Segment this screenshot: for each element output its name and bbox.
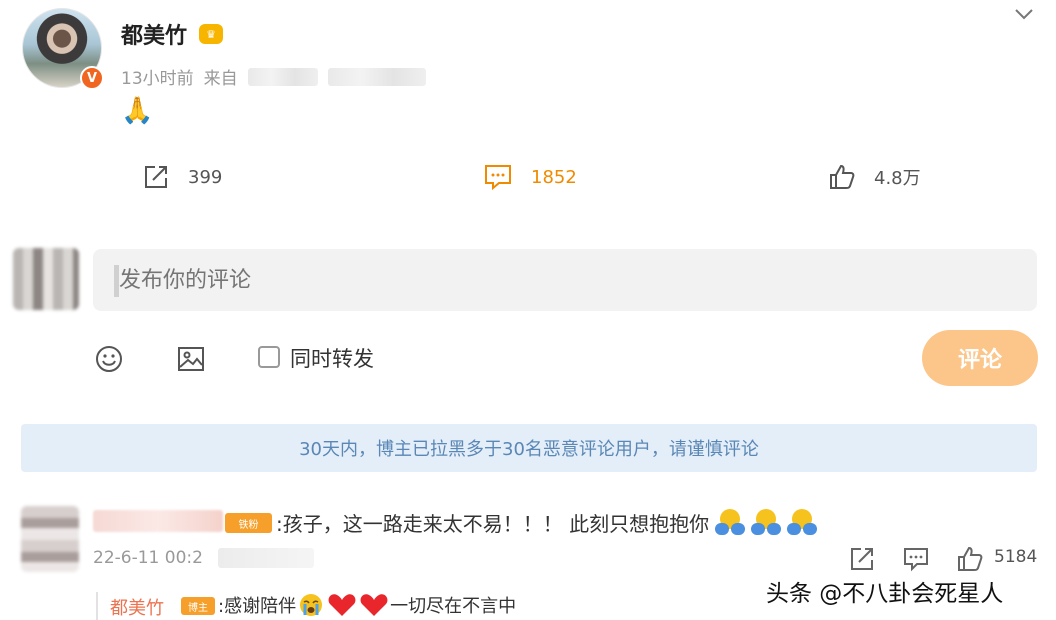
sync-repost-checkbox[interactable] xyxy=(258,346,280,368)
comment-input[interactable] xyxy=(93,249,1037,311)
author-name[interactable]: 都美竹 xyxy=(121,18,187,50)
comment-text: :孩子，这一路走来太不易！！！ 此刻只想抱抱你 xyxy=(276,508,818,537)
reply-text-after: 一切尽在不言中 xyxy=(390,596,517,617)
repost-icon xyxy=(145,166,167,188)
post-content: 🙏 xyxy=(121,96,154,126)
post-source-label: 来自 xyxy=(203,69,238,89)
heart-icon xyxy=(328,594,356,616)
post-source-blurred-2 xyxy=(327,67,426,86)
commenter-avatar[interactable] xyxy=(21,506,79,572)
repost-count: 399 xyxy=(188,166,223,188)
like-button[interactable]: 4.8万 xyxy=(828,163,921,191)
crying-emoji-icon xyxy=(300,594,323,616)
fan-badge: 铁粉 xyxy=(225,513,272,533)
moderation-notice-text: 30天内，博主已拉黑多于30名恶意评论用户，请谨慎评论 xyxy=(299,439,759,460)
reply-divider xyxy=(96,592,98,620)
reply-text-before: :感谢陪伴 xyxy=(218,596,297,617)
comment-repost-icon[interactable] xyxy=(848,545,876,573)
post-meta: 13小时前 来自 xyxy=(121,64,426,89)
comment-count: 1852 xyxy=(531,166,577,188)
verified-badge-icon: V xyxy=(80,66,104,90)
like-count: 4.8万 xyxy=(874,168,921,189)
comment-time: 22-6-11 00:2 xyxy=(93,548,203,568)
post-source-blurred xyxy=(247,67,318,86)
hug-emoji-icon xyxy=(751,508,782,537)
reply-author[interactable]: 都美竹 xyxy=(110,594,164,620)
author-badge: 博主 xyxy=(181,597,215,615)
post-time[interactable]: 13小时前 xyxy=(121,64,194,89)
image-icon[interactable] xyxy=(176,344,206,374)
comment-reply-icon[interactable] xyxy=(902,545,930,573)
comment-body: :孩子，这一路走来太不易！！！ 此刻只想抱抱你 xyxy=(276,512,710,536)
repost-button[interactable]: 399 xyxy=(142,163,222,191)
sync-repost-label[interactable]: 同时转发 xyxy=(290,343,374,373)
watermark: 头条 @不八卦会死星人 xyxy=(766,581,1004,607)
submit-comment-button[interactable]: 评论 xyxy=(922,330,1038,386)
hug-emoji-icon xyxy=(787,508,818,537)
emoji-icon[interactable] xyxy=(94,344,124,374)
commenter-name-blurred[interactable] xyxy=(93,510,223,532)
reply-text: :感谢陪伴 一切尽在不言中 xyxy=(218,592,516,618)
vip-crown-icon: ♛ xyxy=(199,24,223,44)
comment-button[interactable]: 1852 xyxy=(483,163,577,191)
comment-like-icon[interactable] xyxy=(956,545,984,573)
text-caret xyxy=(114,265,119,297)
comment-time-blurred xyxy=(218,548,314,568)
current-user-avatar xyxy=(13,248,79,310)
moderation-notice: 30天内，博主已拉黑多于30名恶意评论用户，请谨慎评论 xyxy=(21,424,1037,472)
comment-like-count: 5184 xyxy=(994,547,1038,567)
thumbs-up-icon xyxy=(830,164,855,189)
hug-emoji-icon xyxy=(715,508,746,537)
chevron-down-icon[interactable] xyxy=(1012,2,1036,26)
comment-icon xyxy=(485,165,511,191)
heart-icon xyxy=(360,594,388,616)
